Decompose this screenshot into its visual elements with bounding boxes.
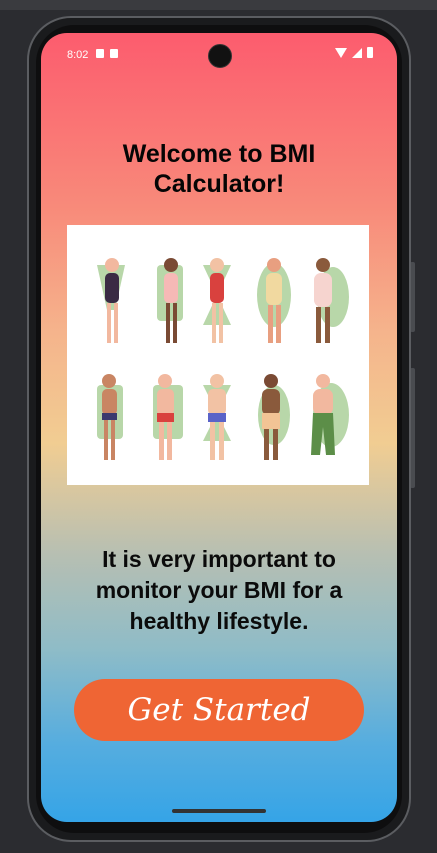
wifi-icon	[335, 47, 347, 58]
notification-icons	[96, 49, 118, 58]
battery-icon	[367, 47, 373, 58]
body-types-illustration	[67, 225, 369, 485]
status-bar: 8:02	[41, 33, 397, 77]
signal-icon	[352, 47, 362, 58]
male-figures	[102, 374, 335, 460]
page-title: Welcome to BMI Calculator!	[122, 140, 316, 198]
sd-card-icon	[110, 49, 118, 58]
notification-a-icon	[96, 49, 104, 58]
status-time: 8:02	[67, 49, 89, 61]
emulator-toolbar	[0, 0, 437, 10]
system-icons	[335, 47, 373, 58]
app-screen: 8:02 Welcome to BMI Calculator! It is ve…	[41, 33, 397, 822]
people-illustration-svg	[97, 258, 349, 460]
home-indicator[interactable]	[172, 809, 266, 813]
bmi-importance-message: It is very important to monitor your BMI…	[95, 546, 343, 634]
female-figures	[105, 258, 332, 343]
get-started-button[interactable]: Get Started	[74, 679, 364, 741]
front-camera	[208, 44, 232, 68]
